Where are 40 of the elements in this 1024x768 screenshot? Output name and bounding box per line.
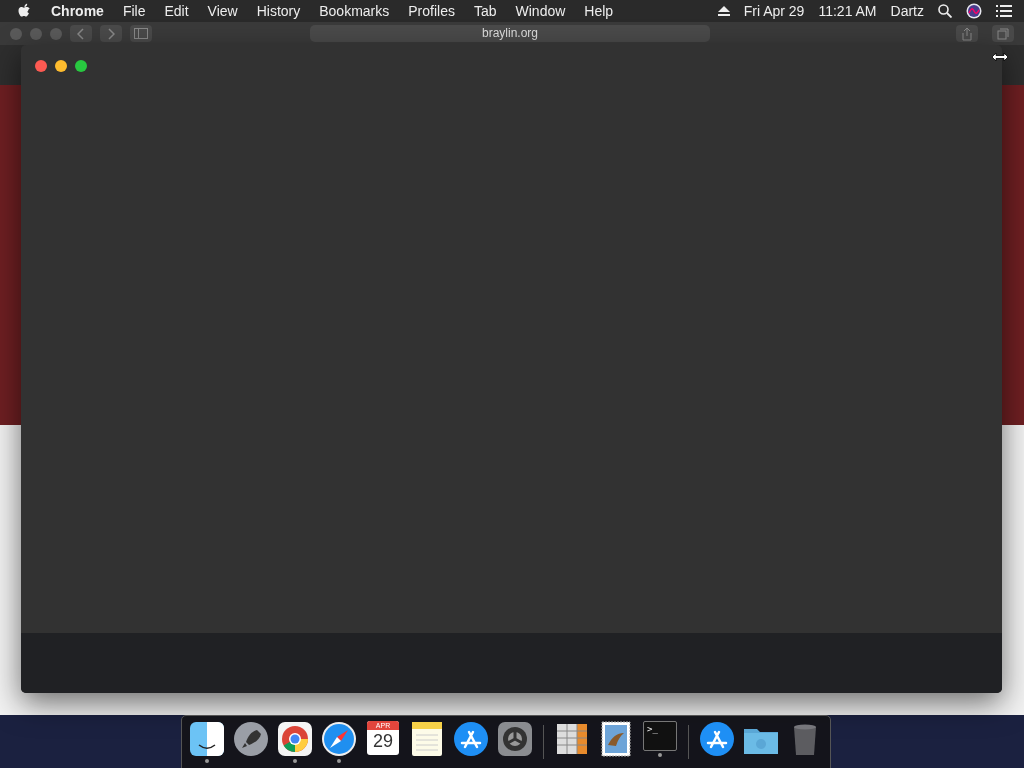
search-icon[interactable] [938, 4, 952, 18]
menu-item[interactable]: Window [515, 3, 566, 19]
calendar-day: 29 [373, 730, 393, 752]
spreadsheet-icon[interactable] [554, 721, 590, 757]
sidebar-button[interactable] [130, 25, 152, 42]
menu-date[interactable]: Fri Apr 29 [743, 3, 805, 19]
tabs-icon [997, 27, 1009, 40]
menu-item[interactable]: Edit [164, 3, 189, 19]
share-icon [961, 26, 973, 41]
resize-cursor-icon [991, 52, 1009, 62]
app-menu[interactable]: Chrome [51, 3, 104, 19]
back-button[interactable] [70, 25, 92, 42]
rocket-icon[interactable] [233, 721, 269, 757]
chevron-left-icon [77, 27, 85, 40]
compass-icon[interactable] [321, 721, 357, 757]
notepad-icon[interactable] [409, 721, 445, 757]
menu-item[interactable]: Bookmarks [319, 3, 390, 19]
app-store-icon[interactable] [453, 721, 489, 757]
terminal-icon[interactable]: >_ [643, 721, 677, 751]
forward-button[interactable] [100, 25, 122, 42]
app-store-icon[interactable] [699, 721, 735, 757]
stamp-icon[interactable] [598, 721, 634, 757]
gear-icon[interactable] [497, 721, 533, 757]
menu-item[interactable]: Help [584, 3, 614, 19]
user-name[interactable]: Dartz [890, 3, 924, 19]
sidebar-icon [134, 28, 148, 39]
minimize-button[interactable] [55, 60, 67, 72]
apple-icon[interactable] [18, 3, 32, 19]
menu-item[interactable]: File [122, 3, 146, 19]
eject-icon[interactable] [717, 5, 730, 17]
chevron-right-icon [107, 27, 115, 40]
list-icon[interactable] [996, 5, 1012, 17]
close-button[interactable] [35, 60, 47, 72]
menu-item[interactable]: View [207, 3, 238, 19]
menu-item[interactable]: History [256, 3, 301, 19]
zoom-button[interactable] [75, 60, 87, 72]
menu-time[interactable]: 11:21 AM [818, 3, 877, 19]
menu-item[interactable]: Profiles [408, 3, 455, 19]
address-field[interactable]: braylin.org [310, 25, 710, 42]
menu-item[interactable]: Tab [473, 3, 497, 19]
